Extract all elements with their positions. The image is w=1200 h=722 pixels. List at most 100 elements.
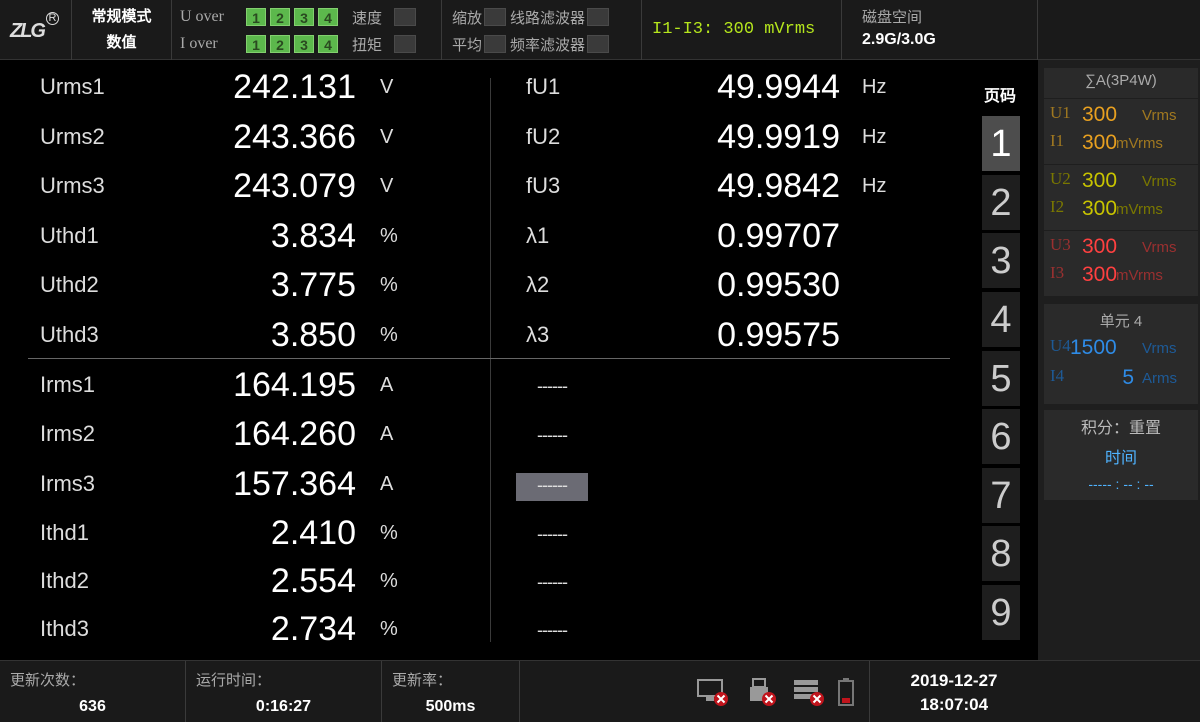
page-4-button[interactable]: 4 — [982, 292, 1020, 348]
element-1-i-unit: mVrms — [1116, 135, 1163, 152]
page-6-button[interactable]: 6 — [982, 409, 1020, 465]
page-2-button[interactable]: 2 — [982, 175, 1020, 231]
disk-space-label: 磁盘空间 — [862, 9, 923, 26]
element-3-i-unit: mVrms — [1116, 267, 1163, 284]
empty-slot-selected[interactable]: ------ — [516, 473, 588, 501]
item-name[interactable]: Uthd2 — [40, 272, 99, 298]
page-3-button[interactable]: 3 — [982, 233, 1020, 289]
empty-slot[interactable]: ------ — [516, 570, 588, 598]
battery-icon — [838, 678, 854, 706]
element-2-i-unit: mVrms — [1116, 201, 1163, 218]
datetime: 2019-12-27 18:07:04 — [870, 661, 1038, 722]
element-2-u-unit: Vrms — [1142, 173, 1177, 190]
empty-slot[interactable]: ------ — [516, 423, 588, 451]
measurement-mode[interactable]: 常规模式 数值 — [72, 0, 172, 60]
element-3-u-unit: Vrms — [1142, 239, 1177, 256]
element-3-u-range: 300 — [1082, 235, 1118, 258]
item-unit: % — [380, 522, 398, 544]
logo: ZLG R — [0, 0, 72, 60]
page-5-button[interactable]: 5 — [982, 351, 1020, 407]
integration-group[interactable]: 积分：重置 时间 ----- : -- : -- — [1044, 410, 1198, 500]
sigma-title: ∑A(3P4W) — [1085, 72, 1157, 89]
range-display: I1-I3: 300 mVrms — [642, 0, 842, 60]
item-unit: Hz — [862, 175, 887, 197]
unit-4-u-unit: Vrms — [1142, 340, 1177, 357]
item-name[interactable]: Ithd2 — [40, 568, 89, 594]
u-over-4-indicator: 4 — [318, 8, 338, 26]
item-unit: % — [380, 618, 398, 640]
filter-indicators: 缩放 线路滤波器 平均 频率滤波器 — [442, 0, 642, 60]
item-value: 157.364 — [233, 465, 356, 503]
item-name[interactable]: fU2 — [526, 124, 560, 150]
item-unit: Hz — [862, 126, 887, 148]
item-name[interactable]: Urms3 — [40, 173, 105, 199]
table-row: Uthd2 3.775 % λ2 0.99530 — [0, 262, 960, 312]
item-name[interactable]: Irms1 — [40, 372, 95, 398]
numeric-display: Urms1 242.131 V fU1 49.9944 Hz Urms2 243… — [0, 60, 1038, 660]
element-3-i-range: 300 — [1082, 263, 1118, 286]
item-value: 2.410 — [270, 514, 356, 552]
item-unit: A — [380, 374, 394, 396]
unit-4-u-range: 1500 — [1070, 336, 1117, 359]
item-unit: % — [380, 324, 398, 346]
page-9-button[interactable]: 9 — [982, 585, 1020, 641]
item-name[interactable]: Uthd3 — [40, 322, 99, 348]
wiring-panel: ∑A(3P4W) U1 300 Vrms I1 300 mVrms U2 300… — [1038, 60, 1200, 660]
empty-slot[interactable]: ------ — [516, 522, 588, 550]
update-count-value: 636 — [79, 698, 106, 715]
page-label: 页码 — [984, 88, 1017, 105]
page-1-button[interactable]: 1 — [982, 116, 1020, 172]
disk-space-value: 2.9G/3.0G — [862, 31, 936, 48]
item-unit: Hz — [862, 76, 887, 98]
item-name[interactable]: Irms2 — [40, 421, 95, 447]
update-rate-value: 500ms — [425, 698, 476, 715]
item-value: 243.366 — [233, 118, 356, 156]
integration-time-label: 时间 — [1104, 450, 1137, 467]
item-unit: V — [380, 126, 394, 148]
unit-4-i-unit: Arms — [1142, 370, 1177, 387]
item-name[interactable]: Urms1 — [40, 74, 105, 100]
item-name[interactable]: Irms3 — [40, 471, 95, 497]
item-value: 243.079 — [233, 167, 356, 205]
table-row: Irms2 164.260 A ------ — [0, 411, 960, 461]
speed-indicator — [394, 8, 416, 26]
item-name[interactable]: λ2 — [526, 272, 549, 298]
display-label: 数值 — [106, 34, 137, 51]
item-value: 49.9944 — [717, 68, 840, 106]
run-time: 运行时间： 0:16:27 — [186, 661, 382, 722]
item-name[interactable]: fU1 — [526, 74, 560, 100]
item-value: 3.775 — [270, 266, 356, 304]
table-row: Irms3 157.364 A ------ — [0, 461, 960, 511]
item-value: 164.260 — [233, 415, 356, 453]
item-name[interactable]: Uthd1 — [40, 223, 99, 249]
overrange-indicators: U over 1 2 3 4 速度 I over 1 2 3 4 扭矩 — [172, 0, 442, 60]
table-row: Ithd3 2.734 % ------ — [0, 606, 960, 656]
empty-slot[interactable]: ------ — [516, 374, 588, 402]
item-name[interactable]: Urms2 — [40, 124, 105, 150]
page-8-button[interactable]: 8 — [982, 526, 1020, 582]
element-1: U1 300 Vrms I1 300 mVrms — [1044, 98, 1198, 158]
item-unit: A — [380, 423, 394, 445]
average-indicator — [484, 35, 507, 53]
filter-row-1: 缩放 线路滤波器 — [452, 6, 610, 28]
item-name[interactable]: fU3 — [526, 173, 560, 199]
integration-title: 积分：重置 — [1080, 420, 1161, 437]
item-name[interactable]: Ithd1 — [40, 520, 89, 546]
freq-filter-indicator — [587, 35, 610, 53]
empty-slot[interactable]: ------ — [516, 618, 588, 646]
unit-4-group[interactable]: 单元 4 U4 1500 Vrms I4 5 Arms — [1044, 304, 1198, 404]
page-7-button[interactable]: 7 — [982, 468, 1020, 524]
i-over-row: I over 1 2 3 4 扭矩 — [180, 33, 416, 55]
average-label: 平均 — [452, 36, 483, 54]
scale-label: 缩放 — [452, 9, 483, 27]
update-count-label: 更新次数： — [10, 672, 86, 689]
item-name[interactable]: Ithd3 — [40, 616, 89, 642]
element-2-u-range: 300 — [1082, 169, 1118, 192]
item-name[interactable]: λ3 — [526, 322, 549, 348]
date-value: 2019-12-27 — [910, 671, 998, 690]
sigma-group[interactable]: ∑A(3P4W) U1 300 Vrms I1 300 mVrms U2 300… — [1044, 68, 1198, 296]
item-unit: % — [380, 225, 398, 247]
item-name[interactable]: λ1 — [526, 223, 549, 249]
i-over-3-indicator: 3 — [294, 35, 314, 53]
table-row: Irms1 164.195 A ------ — [0, 362, 960, 412]
